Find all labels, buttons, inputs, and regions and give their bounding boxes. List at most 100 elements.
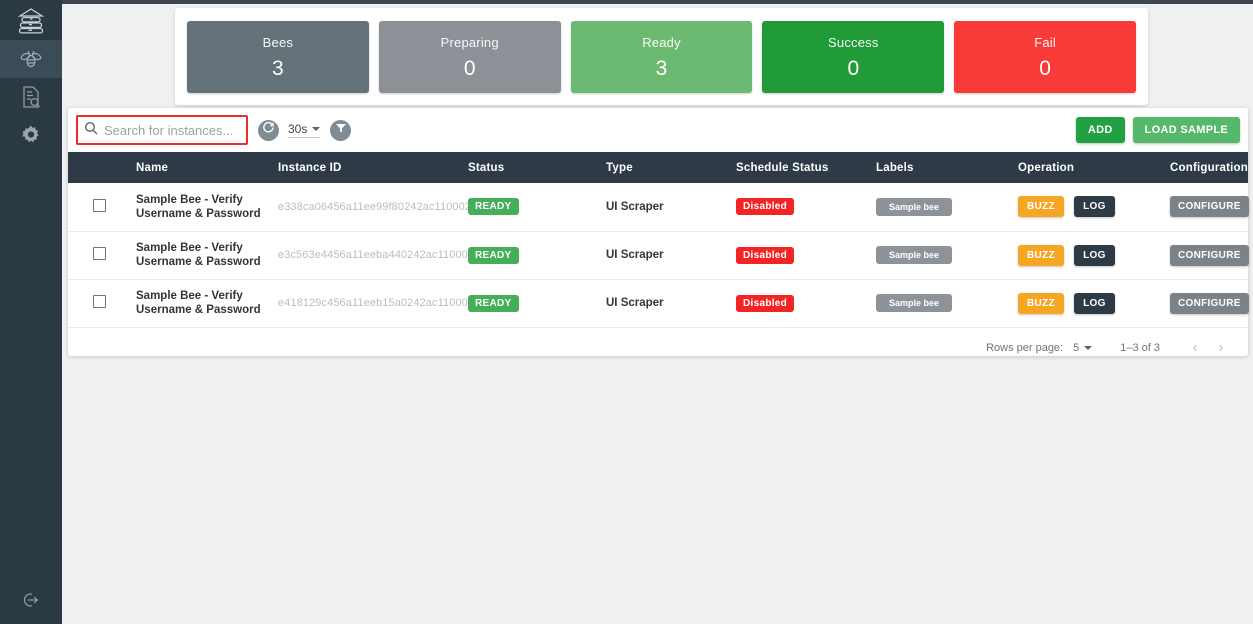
stat-card-success[interactable]: Success 0 bbox=[762, 20, 945, 93]
document-search-icon bbox=[20, 85, 42, 109]
previous-page-button[interactable]: ‹ bbox=[1182, 339, 1208, 356]
rows-per-page-label: Rows per page: bbox=[986, 341, 1064, 354]
beehive-logo[interactable] bbox=[0, 0, 62, 40]
instances-card: 30s ADD LOAD SAMPLE Name Instanc bbox=[68, 108, 1249, 356]
stat-label: Preparing bbox=[440, 34, 499, 50]
load-sample-button[interactable]: LOAD SAMPLE bbox=[1132, 117, 1240, 143]
log-button[interactable]: LOG bbox=[1074, 244, 1115, 266]
column-header-name: Name bbox=[136, 161, 169, 174]
row-operation-cell: BUZZ LOG bbox=[1012, 183, 1164, 231]
row-labels-cell: Sample bee bbox=[870, 183, 1012, 231]
configure-button[interactable]: CONFIGURE bbox=[1170, 196, 1249, 218]
schedule-status-badge: Disabled bbox=[736, 246, 795, 264]
sidebar-item-settings[interactable] bbox=[0, 116, 62, 154]
row-status-cell: READY bbox=[462, 231, 600, 279]
gear-icon bbox=[20, 124, 42, 146]
label-chip: Sample bee bbox=[876, 294, 953, 312]
pagination-range: 1–3 of 3 bbox=[1120, 341, 1160, 354]
row-instance-id: e418129c456a11eeb15a0242ac110002 bbox=[278, 297, 475, 309]
row-status-cell: READY bbox=[462, 183, 600, 231]
row-name-line1: Sample Bee - Verify bbox=[136, 290, 243, 302]
rows-per-page-value: 5 bbox=[1073, 341, 1080, 354]
row-name-cell: Sample Bee - Verify Username & Password bbox=[130, 279, 272, 327]
pagination: Rows per page: 5 1–3 of 3 ‹ › bbox=[68, 328, 1248, 368]
row-operation-cell: BUZZ LOG bbox=[1012, 231, 1164, 279]
beehive-icon bbox=[16, 6, 46, 38]
column-header-configuration: Configuration bbox=[1170, 161, 1248, 174]
stat-value: 0 bbox=[1039, 56, 1051, 80]
stat-card-bees[interactable]: Bees 3 bbox=[187, 20, 369, 93]
buzz-button[interactable]: BUZZ bbox=[1018, 244, 1064, 266]
row-checkbox[interactable] bbox=[92, 247, 106, 260]
filter-button[interactable] bbox=[330, 119, 352, 141]
column-header-select bbox=[68, 152, 130, 183]
row-select-cell bbox=[68, 279, 130, 327]
row-type: UI Scraper bbox=[606, 200, 664, 213]
bee-icon bbox=[19, 48, 43, 70]
row-select-cell bbox=[68, 231, 130, 279]
status-badge: READY bbox=[468, 246, 519, 264]
stats-panel: Bees 3 Preparing 0 Ready 3 Success 0 Fai… bbox=[175, 8, 1148, 105]
refresh-interval-select[interactable]: 30s bbox=[288, 122, 321, 138]
buzz-button[interactable]: BUZZ bbox=[1018, 292, 1064, 314]
table-row[interactable]: Sample Bee - Verify Username & Password … bbox=[68, 279, 1249, 327]
stat-card-ready[interactable]: Ready 3 bbox=[570, 20, 753, 93]
table-header: Name Instance ID Status Type Schedule St… bbox=[68, 152, 1248, 183]
sidebar-item-bees[interactable] bbox=[0, 40, 62, 78]
column-header-instance-id: Instance ID bbox=[278, 161, 342, 174]
refresh-button[interactable] bbox=[258, 119, 279, 141]
next-page-button[interactable]: › bbox=[1208, 339, 1234, 356]
row-labels-cell: Sample bee bbox=[870, 231, 1012, 279]
row-schedule-status-cell: Disabled bbox=[730, 279, 870, 327]
refresh-icon bbox=[262, 121, 275, 139]
stat-label: Success bbox=[828, 34, 879, 50]
configure-button[interactable]: CONFIGURE bbox=[1170, 244, 1249, 266]
schedule-status-badge: Disabled bbox=[736, 294, 795, 312]
table-row[interactable]: Sample Bee - Verify Username & Password … bbox=[68, 183, 1249, 231]
log-button[interactable]: LOG bbox=[1074, 292, 1115, 314]
stat-card-fail[interactable]: Fail 0 bbox=[954, 20, 1136, 93]
table-body: Sample Bee - Verify Username & Password … bbox=[68, 183, 1249, 327]
row-name-cell: Sample Bee - Verify Username & Password bbox=[130, 231, 272, 279]
column-header-type: Type bbox=[606, 161, 633, 174]
row-type: UI Scraper bbox=[606, 297, 664, 309]
row-schedule-status-cell: Disabled bbox=[730, 183, 870, 231]
row-schedule-status-cell: Disabled bbox=[730, 231, 870, 279]
row-checkbox[interactable] bbox=[92, 295, 106, 308]
search-box[interactable] bbox=[76, 115, 248, 145]
stat-card-preparing[interactable]: Preparing 0 bbox=[378, 20, 561, 93]
app-root: Bees 3 Preparing 0 Ready 3 Success 0 Fai… bbox=[0, 0, 1253, 624]
filter-icon bbox=[335, 121, 347, 139]
column-header-labels: Labels bbox=[876, 161, 914, 174]
stat-label: Ready bbox=[642, 34, 681, 50]
row-checkbox[interactable] bbox=[92, 198, 106, 212]
row-name-line2: Username & Password bbox=[136, 207, 261, 220]
sidebar-item-logs[interactable] bbox=[0, 78, 62, 116]
chevron-down-icon bbox=[1084, 345, 1093, 350]
table-row[interactable]: Sample Bee - Verify Username & Password … bbox=[68, 231, 1249, 279]
row-instance-id: e338ca06456a11ee99f80242ac110002 bbox=[278, 200, 472, 213]
configure-button[interactable]: CONFIGURE bbox=[1170, 292, 1249, 314]
search-input[interactable] bbox=[104, 122, 244, 138]
stat-value: 0 bbox=[847, 56, 860, 80]
row-status-cell: READY bbox=[462, 279, 600, 327]
toolbar: 30s ADD LOAD SAMPLE bbox=[68, 108, 1248, 152]
stat-value: 3 bbox=[655, 56, 668, 80]
sidebar bbox=[0, 0, 62, 624]
sidebar-item-logout[interactable] bbox=[0, 580, 62, 624]
row-configuration-cell: CONFIGURE bbox=[1164, 183, 1249, 231]
column-header-status: Status bbox=[468, 161, 505, 174]
add-button[interactable]: ADD bbox=[1075, 117, 1125, 143]
row-name-line1: Sample Bee - Verify bbox=[136, 242, 243, 254]
row-select-cell bbox=[68, 183, 130, 231]
rows-per-page-select[interactable]: 5 bbox=[1073, 341, 1093, 354]
row-configuration-cell: CONFIGURE bbox=[1164, 279, 1249, 327]
row-configuration-cell: CONFIGURE bbox=[1164, 231, 1249, 279]
row-name-line2: Username & Password bbox=[136, 304, 261, 316]
column-header-schedule-status: Schedule Status bbox=[736, 161, 829, 174]
stat-label: Bees bbox=[262, 34, 294, 50]
table-header-row: Name Instance ID Status Type Schedule St… bbox=[68, 152, 1248, 183]
row-labels-cell: Sample bee bbox=[870, 279, 1012, 327]
buzz-button[interactable]: BUZZ bbox=[1018, 196, 1064, 218]
log-button[interactable]: LOG bbox=[1074, 196, 1115, 218]
